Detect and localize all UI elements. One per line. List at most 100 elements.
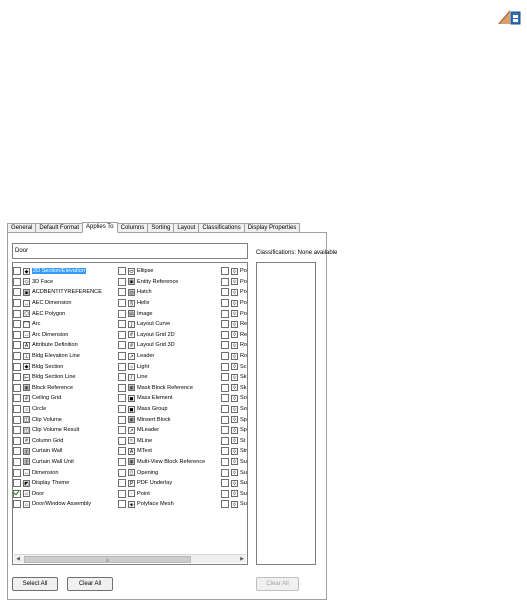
item-checkbox[interactable]: [118, 447, 126, 456]
list-item[interactable]: ↔ Arc Dimension: [13, 330, 118, 341]
item-checkbox[interactable]: [13, 479, 21, 488]
list-item[interactable]: ⊢ Bldg Section Line: [13, 372, 118, 383]
item-checkbox[interactable]: [118, 468, 126, 477]
item-checkbox[interactable]: [13, 267, 21, 276]
list-item[interactable]: ▤ Image: [118, 308, 222, 319]
item-checkbox[interactable]: [118, 320, 126, 329]
item-checkbox[interactable]: [221, 457, 229, 466]
list-item[interactable]: ⬡ AEC Polygon: [13, 308, 118, 319]
list-item[interactable]: ◊ Ro: [221, 351, 247, 362]
list-item[interactable]: ◊ Su: [221, 488, 247, 499]
item-checkbox[interactable]: [221, 352, 229, 361]
item-checkbox[interactable]: [13, 500, 21, 509]
list-item[interactable]: ▣ ACDBENTITYREFERENCE: [13, 287, 118, 298]
list-item[interactable]: ◊ Re: [221, 330, 247, 341]
list-item[interactable]: # Layout Grid 3D: [118, 340, 222, 351]
item-checkbox[interactable]: [221, 426, 229, 435]
list-item[interactable]: ◊ So: [221, 404, 247, 415]
list-item[interactable]: ⬭ Ellipse: [118, 266, 222, 277]
list-item[interactable]: ↔ Dimension: [13, 467, 118, 478]
item-checkbox[interactable]: [118, 288, 126, 297]
item-checkbox[interactable]: [221, 394, 229, 403]
item-checkbox[interactable]: [221, 288, 229, 297]
item-checkbox[interactable]: [13, 341, 21, 350]
list-item[interactable]: ◊ Sk: [221, 383, 247, 394]
scroll-left-icon[interactable]: ◀: [14, 555, 22, 563]
object-type-list[interactable]: ◆ 2D Section/Elevation ◇ 3D Face ▣ ACDBENTITY…: [12, 262, 248, 565]
list-item[interactable]: ◊ St: [221, 436, 247, 447]
item-checkbox[interactable]: [118, 479, 126, 488]
list-item[interactable]: · Point: [118, 488, 222, 499]
select-all-button[interactable]: Select All: [12, 577, 58, 591]
list-item[interactable]: ◊ Sp: [221, 425, 247, 436]
item-checkbox[interactable]: [13, 489, 21, 498]
list-item[interactable]: ☼ Light: [118, 361, 222, 372]
list-item[interactable]: ↗ Leader: [118, 351, 222, 362]
item-checkbox[interactable]: [118, 500, 126, 509]
item-checkbox[interactable]: [118, 277, 126, 286]
item-checkbox[interactable]: [13, 436, 21, 445]
list-item[interactable]: # Ceiling Grid: [13, 393, 118, 404]
list-item[interactable]: ◊ Re: [221, 319, 247, 330]
list-item[interactable]: P PDF Underlay: [118, 478, 222, 489]
item-checkbox[interactable]: [13, 394, 21, 403]
list-item[interactable]: ◊ Po: [221, 287, 247, 298]
list-item[interactable]: ⌒ Arc: [13, 319, 118, 330]
list-item[interactable]: ◊ Ro: [221, 340, 247, 351]
item-checkbox[interactable]: [13, 352, 21, 361]
list-item[interactable]: ▣ Entity Reference: [118, 277, 222, 288]
classifications-list[interactable]: [256, 262, 316, 565]
list-item[interactable]: ▥ Curtain Wall Unit: [13, 457, 118, 468]
scrollbar-thumb[interactable]: |||: [24, 556, 191, 563]
item-checkbox[interactable]: [118, 394, 126, 403]
item-checkbox[interactable]: [221, 299, 229, 308]
item-checkbox[interactable]: [13, 309, 21, 318]
item-checkbox[interactable]: [13, 299, 21, 308]
list-item[interactable]: ◊ Po: [221, 266, 247, 277]
list-item[interactable]: ⌂ Door/Window Assembly: [13, 499, 118, 510]
item-checkbox[interactable]: [118, 309, 126, 318]
object-filter-input[interactable]: Door: [12, 243, 248, 259]
list-item[interactable]: ◊ So: [221, 393, 247, 404]
item-checkbox[interactable]: [13, 405, 21, 414]
item-checkbox[interactable]: [221, 373, 229, 382]
horizontal-scrollbar[interactable]: ◀ ||| ▶: [14, 554, 246, 563]
list-item[interactable]: ▦ Mask Block Reference: [118, 383, 222, 394]
item-checkbox[interactable]: [118, 383, 126, 392]
item-checkbox[interactable]: [221, 341, 229, 350]
item-checkbox[interactable]: [118, 299, 126, 308]
item-checkbox[interactable]: [13, 288, 21, 297]
list-item[interactable]: ◈ Polyface Mesh: [118, 499, 222, 510]
item-checkbox[interactable]: [221, 277, 229, 286]
list-item[interactable]: ◊ Po: [221, 308, 247, 319]
list-item[interactable]: ◊ Su: [221, 467, 247, 478]
classifications-clear-all-button[interactable]: Clear All: [256, 577, 299, 591]
list-item[interactable]: § Helix: [118, 298, 222, 309]
item-checkbox[interactable]: [221, 330, 229, 339]
item-checkbox[interactable]: [118, 373, 126, 382]
item-checkbox[interactable]: [118, 341, 126, 350]
list-item[interactable]: ◊ Su: [221, 478, 247, 489]
list-item[interactable]: ◼ Mass Element: [118, 393, 222, 404]
list-item[interactable]: ◫ Clip Volume Result: [13, 425, 118, 436]
list-item[interactable]: ◊ Po: [221, 298, 247, 309]
item-checkbox[interactable]: [221, 468, 229, 477]
list-item[interactable]: ▯ Opening: [118, 467, 222, 478]
item-checkbox[interactable]: [118, 352, 126, 361]
list-item[interactable]: ▨ Hatch: [118, 287, 222, 298]
tab-applies-to[interactable]: Applies To: [82, 222, 118, 233]
list-item[interactable]: ◩ Display Theme: [13, 478, 118, 489]
list-item[interactable]: ⌂ Door: [13, 488, 118, 499]
list-item[interactable]: ▦ Minsert Block: [118, 414, 222, 425]
item-checkbox[interactable]: [13, 362, 21, 371]
list-item[interactable]: ◆ Bldg Section: [13, 361, 118, 372]
item-checkbox[interactable]: [13, 320, 21, 329]
item-checkbox[interactable]: [118, 415, 126, 424]
item-checkbox[interactable]: [221, 415, 229, 424]
item-checkbox[interactable]: [13, 426, 21, 435]
list-item[interactable]: ↔ AEC Dimension: [13, 298, 118, 309]
list-item[interactable]: ◊ Sk: [221, 372, 247, 383]
list-item[interactable]: / Line: [118, 372, 222, 383]
list-item[interactable]: ◊ Su: [221, 457, 247, 468]
item-checkbox[interactable]: [118, 362, 126, 371]
